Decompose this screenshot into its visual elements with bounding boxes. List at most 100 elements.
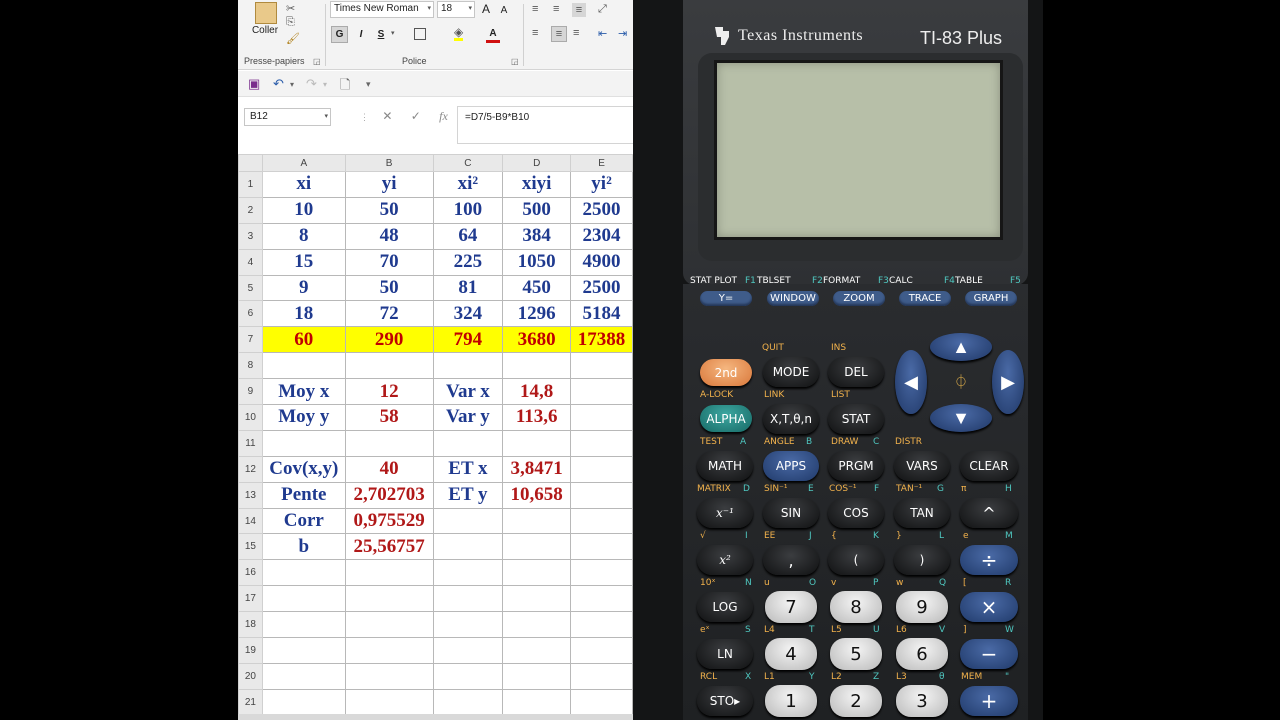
cell[interactable]: 17388 (570, 326, 633, 354)
cell[interactable] (570, 611, 633, 639)
cut-icon[interactable]: ✂ (286, 2, 295, 15)
cell[interactable]: 40 (344, 455, 434, 483)
cell[interactable] (261, 688, 346, 716)
cell[interactable]: 100 (432, 196, 504, 224)
cell[interactable] (570, 429, 633, 457)
name-box[interactable]: B12 ▾ (244, 108, 331, 126)
power-key[interactable]: ^ (960, 498, 1018, 528)
cell[interactable]: Corr (261, 507, 346, 535)
bold-button[interactable]: G (331, 26, 348, 43)
cell[interactable] (570, 404, 633, 431)
paste-button[interactable]: Coller (250, 25, 280, 36)
cell[interactable] (502, 507, 572, 535)
digit-4-key[interactable]: 4 (765, 638, 817, 670)
cancel-icon[interactable]: ✕ (382, 109, 392, 123)
orientation-icon[interactable]: ⤢ (598, 3, 607, 16)
cell[interactable] (261, 559, 346, 587)
row-header[interactable]: 16 (238, 559, 263, 587)
row-header[interactable]: 5 (238, 274, 263, 302)
font-color-button[interactable]: A (486, 26, 500, 43)
cell[interactable]: 25,56757 (344, 533, 434, 561)
cell[interactable] (502, 688, 572, 716)
cell[interactable] (432, 352, 504, 380)
increase-indent-icon[interactable]: ⇥ (618, 27, 627, 40)
cell[interactable] (432, 585, 504, 613)
cell[interactable]: 500 (502, 196, 572, 224)
font-name-select[interactable]: Times New Roman ▾ (330, 1, 434, 18)
cell[interactable]: 8 (261, 222, 346, 250)
cell[interactable]: 2500 (570, 274, 633, 302)
cell[interactable] (344, 662, 434, 690)
cell[interactable] (502, 662, 572, 690)
cell[interactable]: 9 (261, 274, 346, 302)
cell[interactable] (570, 559, 633, 587)
cell[interactable]: 225 (432, 248, 504, 276)
tan-key[interactable]: TAN (894, 498, 950, 528)
underline-dropdown-icon[interactable]: ▾ (391, 29, 395, 37)
comma-key[interactable]: , (763, 545, 819, 575)
mode-key[interactable]: MODE (763, 357, 819, 387)
cell[interactable]: Var y (432, 404, 504, 431)
cell[interactable] (432, 559, 504, 587)
cell[interactable]: 1296 (502, 300, 572, 328)
cell[interactable] (344, 637, 434, 664)
cell[interactable] (570, 662, 633, 690)
log-key[interactable]: LOG (697, 592, 753, 622)
row-header[interactable]: 21 (238, 688, 263, 716)
cell[interactable] (432, 688, 504, 716)
apps-key[interactable]: APPS (763, 451, 819, 481)
ln-key[interactable]: LN (697, 639, 753, 669)
function-key[interactable]: GRAPH (965, 291, 1017, 306)
format-painter-icon[interactable]: 🖌 (286, 32, 300, 45)
cell[interactable]: 0,975529 (344, 507, 434, 535)
align-middle-icon[interactable]: ≡ (553, 3, 559, 15)
row-header[interactable]: 1 (238, 171, 263, 198)
align-center-icon[interactable]: ≡ (551, 26, 567, 42)
cell[interactable] (344, 611, 434, 639)
cell[interactable]: 70 (344, 248, 434, 276)
enter-icon[interactable]: ✓ (411, 109, 421, 123)
cell[interactable]: 15 (261, 248, 346, 276)
cell[interactable] (570, 352, 633, 380)
paste-icon[interactable] (255, 2, 277, 24)
multiply-key[interactable]: × (960, 592, 1018, 622)
row-header[interactable]: 11 (238, 429, 263, 457)
cell[interactable] (502, 585, 572, 613)
minus-key[interactable]: − (960, 639, 1018, 669)
cell[interactable] (261, 611, 346, 639)
row-header[interactable]: 15 (238, 533, 263, 561)
arrow-right-key[interactable]: ▶ (992, 350, 1024, 414)
cell[interactable] (432, 507, 504, 535)
cell[interactable]: ET x (432, 455, 504, 483)
chevron-down-icon[interactable]: ▾ (290, 80, 294, 89)
cell[interactable]: Pente (261, 481, 346, 509)
cell[interactable] (432, 429, 504, 457)
cell[interactable]: 384 (502, 222, 572, 250)
cell[interactable] (344, 429, 434, 457)
cos-key[interactable]: COS (828, 498, 884, 528)
borders-icon[interactable] (414, 28, 426, 40)
row-header[interactable]: 2 (238, 196, 263, 224)
clear-key[interactable]: CLEAR (960, 451, 1018, 481)
cell[interactable] (344, 688, 434, 716)
plus-key[interactable]: + (960, 686, 1018, 716)
xt-theta-n-key[interactable]: X,T,θ,n (763, 404, 819, 434)
arrow-up-key[interactable]: ▲ (930, 333, 992, 361)
square-key[interactable]: x² (697, 545, 753, 575)
row-header[interactable]: 19 (238, 637, 263, 664)
cell[interactable] (344, 559, 434, 587)
shrink-font-button[interactable]: A (497, 3, 511, 17)
function-key[interactable]: WINDOW (767, 291, 819, 306)
digit-8-key[interactable]: 8 (830, 591, 882, 623)
cell[interactable]: yi² (570, 171, 633, 198)
inverse-key[interactable]: x⁻¹ (697, 498, 753, 528)
grow-font-button[interactable]: A (479, 2, 493, 16)
cell[interactable] (502, 637, 572, 664)
row-header[interactable]: 6 (238, 300, 263, 328)
cell[interactable]: 3680 (502, 326, 572, 354)
cell[interactable]: xiyi (502, 171, 572, 198)
2nd-key[interactable]: 2nd (700, 359, 752, 386)
row-header[interactable]: 10 (238, 404, 263, 431)
row-header[interactable]: 4 (238, 248, 263, 276)
digit-9-key[interactable]: 9 (896, 591, 948, 623)
